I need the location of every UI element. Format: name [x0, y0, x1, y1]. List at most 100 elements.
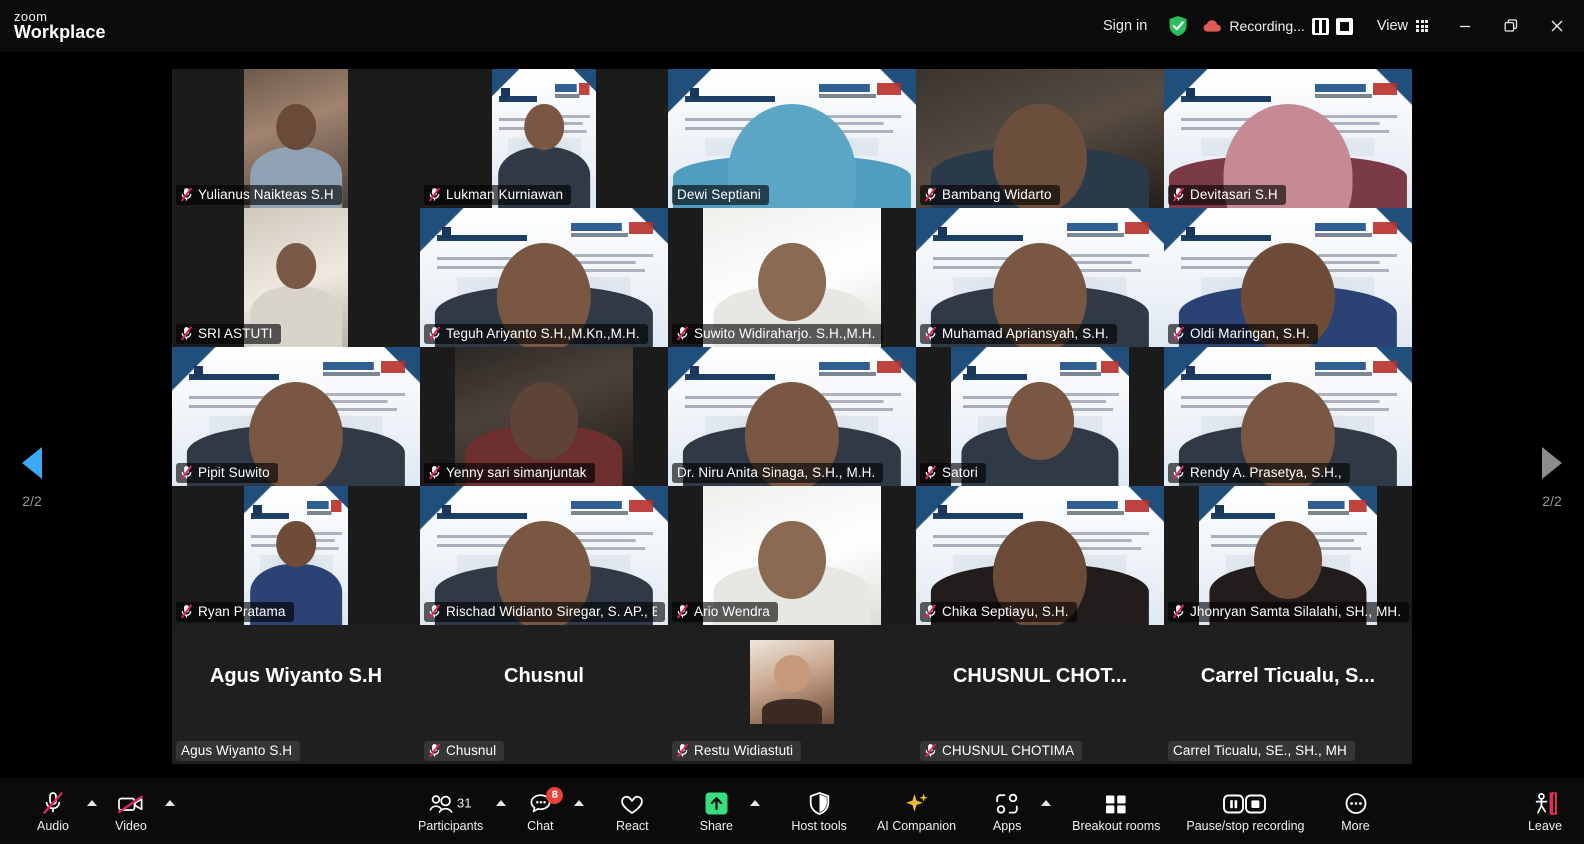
participants-label: Participants	[418, 818, 484, 833]
share-button[interactable]: Share	[689, 778, 743, 844]
sign-in-button[interactable]: Sign in	[1089, 0, 1161, 52]
mic-muted-icon	[429, 465, 440, 480]
chat-options-button[interactable]	[567, 778, 591, 844]
apps-options-button[interactable]	[1034, 778, 1058, 844]
participant-name: Lukman Kurniawan	[446, 187, 564, 202]
leave-meeting-icon	[1530, 790, 1560, 816]
shield-check-icon[interactable]	[1161, 0, 1195, 52]
meeting-stage: 2/2 2/2 Yulianus Naikteas S.H Lukman Kurn…	[0, 52, 1584, 778]
participant-tile[interactable]: Carrel Ticualu, S... Carrel Ticualu, SE.,…	[1164, 625, 1412, 764]
participant-name-badge: Ryan Pratama	[176, 602, 294, 622]
participant-tile[interactable]: Chusnul Chusnul	[420, 625, 668, 764]
leave-button[interactable]: Leave	[1518, 778, 1572, 844]
participant-name-badge: Devitasari S.H	[1168, 185, 1286, 205]
participant-tile[interactable]: Ryan Pratama	[172, 486, 420, 625]
apps-icon	[994, 790, 1020, 816]
close-icon[interactable]	[1534, 0, 1580, 52]
participants-options-button[interactable]	[489, 778, 513, 844]
recording-status: Recording...	[1195, 0, 1360, 52]
participant-tile[interactable]: SRI ASTUTI	[172, 208, 420, 347]
participant-tile[interactable]: Bambang Widarto	[916, 69, 1164, 208]
breakout-rooms-button[interactable]: Breakout rooms	[1066, 778, 1166, 844]
chat-button[interactable]: 8 Chat	[513, 778, 567, 844]
participant-name-badge: Chusnul	[424, 741, 505, 761]
participant-name-badge: Jhonryan Samta Silalahi, SH., MH.	[1168, 602, 1409, 622]
participant-name: Chika Septiayu, S.H.	[942, 604, 1069, 619]
ai-companion-button[interactable]: AI Companion	[871, 778, 962, 844]
pause-stop-recording-button[interactable]: Pause/stop recording	[1180, 778, 1310, 844]
participant-name: Jhonryan Samta Silalahi, SH., MH.	[1190, 604, 1401, 619]
participant-tile[interactable]: Agus Wiyanto S.H Agus Wiyanto S.H	[172, 625, 420, 764]
peradi-logo	[555, 81, 590, 101]
participant-name-badge: Dewi Septiani	[672, 185, 769, 205]
participant-name-badge: Rischad Widianto Siregar, S. AP., BKP.	[424, 602, 665, 622]
participant-name-badge: Restu Widiastuti	[672, 741, 802, 761]
participant-tile[interactable]: Pipit Suwito	[172, 347, 420, 486]
restore-window-icon[interactable]	[1488, 0, 1534, 52]
audio-options-button[interactable]	[80, 778, 104, 844]
chevron-up-icon	[574, 800, 585, 806]
previous-page-button[interactable]: 2/2	[0, 447, 64, 509]
chevron-left-icon	[22, 447, 42, 479]
participant-name-badge: Satori	[920, 463, 986, 483]
participant-tile[interactable]: Restu Widiastuti	[668, 625, 916, 764]
participant-tile[interactable]: Devitasari S.H	[1164, 69, 1412, 208]
participant-name-badge: Dr. Niru Anita Sinaga, S.H., M.H.	[672, 463, 884, 483]
react-button[interactable]: React	[605, 778, 659, 844]
video-button[interactable]: Video	[104, 778, 158, 844]
leave-label: Leave	[1527, 818, 1563, 833]
participant-tile[interactable]: Oldi Maringan, S.H.	[1164, 208, 1412, 347]
microphone-muted-icon	[40, 790, 66, 816]
more-label: More	[1341, 818, 1370, 833]
view-button[interactable]: View	[1361, 0, 1442, 52]
shield-icon	[808, 790, 831, 816]
video-options-button[interactable]	[158, 778, 182, 844]
participant-name: Rendy A. Prasetya, S.H.,	[1190, 465, 1342, 480]
participant-name: Ryan Pratama	[198, 604, 286, 619]
peradi-logo	[571, 498, 654, 518]
title-bar-right-controls: Sign in Recording... View	[1089, 0, 1584, 52]
breakout-rooms-icon	[1103, 790, 1129, 816]
participant-tile[interactable]: Teguh Ariyanto S.H.,M.Kn.,M.H.	[420, 208, 668, 347]
participant-tile[interactable]: Yulianus Naikteas S.H	[172, 69, 420, 208]
participant-tile[interactable]: Ario Wendra	[668, 486, 916, 625]
participant-name-badge: SRI ASTUTI	[176, 324, 281, 344]
participant-tile[interactable]: Muhamad Apriansyah, S.H.	[916, 208, 1164, 347]
next-page-button[interactable]: 2/2	[1520, 447, 1584, 509]
peradi-logo	[1315, 220, 1398, 240]
more-button[interactable]: More	[1329, 778, 1383, 844]
participant-tile[interactable]: Lukman Kurniawan	[420, 69, 668, 208]
mic-muted-icon	[677, 743, 688, 758]
participant-name: Pipit Suwito	[198, 465, 270, 480]
audio-button[interactable]: Audio	[26, 778, 80, 844]
chat-unread-badge: 8	[546, 786, 564, 804]
stop-recording-button[interactable]	[1335, 17, 1353, 35]
chevron-up-icon	[496, 800, 507, 806]
page-indicator-right: 2/2	[1542, 493, 1562, 509]
chevron-up-icon	[1041, 800, 1052, 806]
participant-tile[interactable]: CHUSNUL CHOT... CHUSNUL CHOTIMA	[916, 625, 1164, 764]
participant-tile[interactable]: Dr. Niru Anita Sinaga, S.H., M.H.	[668, 347, 916, 486]
apps-button[interactable]: Apps	[980, 778, 1034, 844]
participant-tile[interactable]: Rischad Widianto Siregar, S. AP., BKP.	[420, 486, 668, 625]
participant-tile[interactable]: Chika Septiayu, S.H.	[916, 486, 1164, 625]
participant-tile[interactable]: Rendy A. Prasetya, S.H.,	[1164, 347, 1412, 486]
pause-recording-button[interactable]	[1311, 17, 1329, 35]
participant-tile[interactable]: Satori	[916, 347, 1164, 486]
participant-tile[interactable]: Suwito Widiraharjo. S.H.,M.H.	[668, 208, 916, 347]
chevron-right-icon	[1542, 447, 1562, 479]
participant-name: Restu Widiastuti	[694, 743, 794, 758]
participant-name: Ario Wendra	[694, 604, 770, 619]
minimize-icon[interactable]	[1442, 0, 1488, 52]
host-tools-button[interactable]: Host tools	[785, 778, 853, 844]
peradi-logo	[819, 359, 902, 379]
share-options-button[interactable]	[743, 778, 767, 844]
participant-tile[interactable]: Jhonryan Samta Silalahi, SH., MH.	[1164, 486, 1412, 625]
participant-tile[interactable]: Yenny sari simanjuntak	[420, 347, 668, 486]
participants-button[interactable]: 31 Participants	[412, 778, 489, 844]
participant-name-badge: Yulianus Naikteas S.H	[176, 185, 342, 205]
mic-muted-icon	[429, 326, 440, 341]
chevron-up-icon	[750, 800, 761, 806]
participant-tile[interactable]: Dewi Septiani	[668, 69, 916, 208]
share-label: Share	[699, 818, 733, 833]
